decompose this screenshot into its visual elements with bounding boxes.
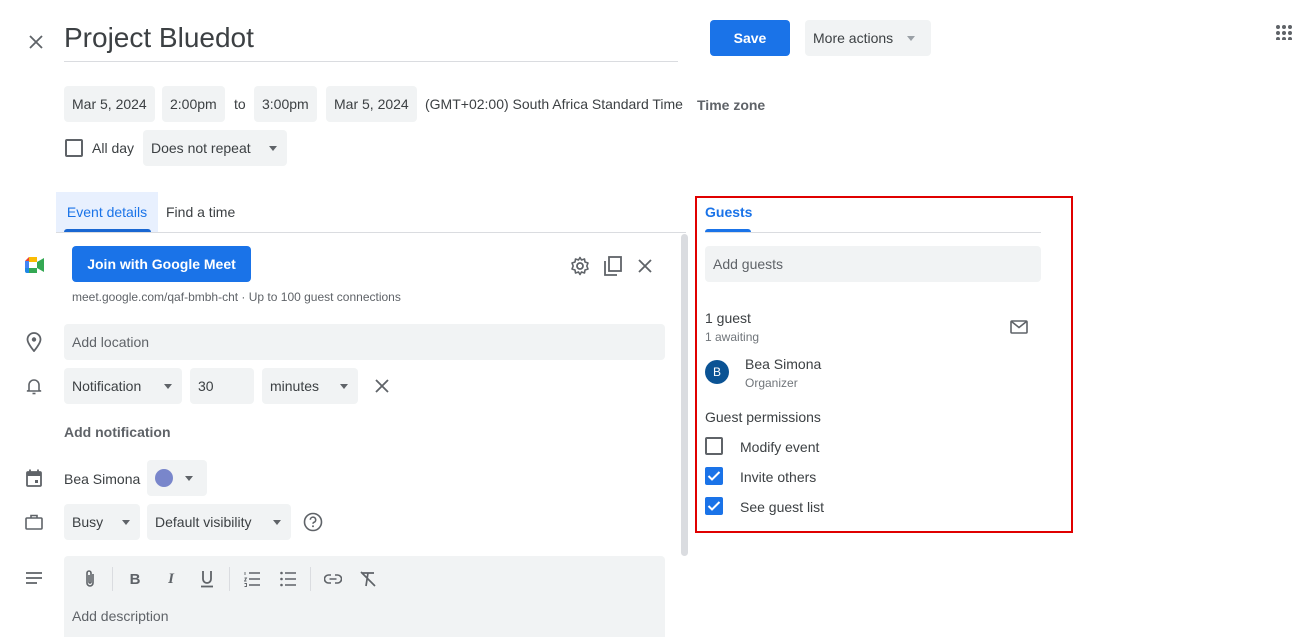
end-date-label: Mar 5, 2024	[334, 96, 409, 112]
guest-permissions-title: Guest permissions	[705, 409, 821, 425]
guest-name[interactable]: Bea Simona	[745, 356, 821, 372]
chevron-down-icon	[122, 519, 130, 525]
notification-unit-label: minutes	[270, 378, 320, 394]
calendar-owner-label: Bea Simona	[64, 471, 141, 487]
location-placeholder: Add location	[72, 334, 150, 350]
add-guests-input[interactable]: Add guests	[705, 246, 1041, 282]
modify-event-label: Modify event	[740, 439, 820, 455]
meet-link[interactable]: meet.google.com/qaf-bmbh-cht · Up to 100…	[72, 290, 401, 304]
bulleted-list-icon[interactable]	[278, 569, 298, 589]
notification-amount-input[interactable]: 30	[190, 368, 254, 404]
apps-grid-icon[interactable]	[1272, 22, 1296, 42]
attachment-icon[interactable]	[80, 568, 100, 590]
guest-awaiting: 1 awaiting	[705, 330, 760, 344]
chevron-down-icon	[907, 35, 916, 41]
modify-event-checkbox[interactable]	[705, 437, 723, 455]
add-guests-placeholder: Add guests	[713, 256, 784, 272]
toolbar-separator	[310, 567, 311, 591]
link-icon[interactable]	[323, 569, 343, 589]
event-title-input[interactable]: Project Bluedot	[64, 22, 254, 54]
location-input[interactable]: Add location	[64, 324, 665, 360]
start-time-button[interactable]: 2:00pm	[162, 86, 225, 122]
guest-avatar-initial: B	[712, 365, 721, 379]
timezone-text: (GMT+02:00) South Africa Standard Time	[425, 96, 683, 112]
email-guests-icon[interactable]	[1008, 317, 1030, 337]
see-guest-list-checkbox[interactable]	[705, 497, 723, 515]
notification-unit-dropdown[interactable]: minutes	[262, 368, 358, 404]
description-icon	[24, 569, 44, 587]
remove-meet-icon[interactable]	[635, 256, 655, 276]
numbered-list-icon[interactable]	[242, 569, 262, 589]
guest-count: 1 guest	[705, 310, 751, 326]
end-time-button[interactable]: 3:00pm	[254, 86, 317, 122]
start-date-label: Mar 5, 2024	[72, 96, 147, 112]
availability-label: Busy	[72, 514, 104, 530]
chevron-down-icon	[269, 145, 277, 151]
save-button[interactable]: Save	[710, 20, 790, 56]
join-google-meet-button[interactable]: Join with Google Meet	[72, 246, 251, 282]
tab-event-details[interactable]: Event details	[56, 192, 158, 232]
google-meet-icon	[24, 256, 46, 274]
notification-amount-value: 30	[198, 378, 214, 394]
tab-guests[interactable]: Guests	[705, 204, 752, 220]
close-icon[interactable]	[22, 28, 50, 56]
notification-type-label: Notification	[72, 378, 142, 394]
tab-event-details-label: Event details	[66, 204, 148, 220]
tab-find-a-time[interactable]: Find a time	[166, 204, 235, 220]
chevron-down-icon	[185, 475, 193, 481]
event-color-swatch	[155, 469, 173, 487]
to-label: to	[234, 96, 246, 112]
availability-dropdown[interactable]: Busy	[64, 504, 140, 540]
repeat-dropdown[interactable]: Does not repeat	[143, 130, 287, 166]
invite-others-label: Invite others	[740, 469, 817, 485]
visibility-dropdown[interactable]: Default visibility	[147, 504, 291, 540]
add-notification-button[interactable]: Add notification	[64, 424, 171, 440]
underline-icon[interactable]	[197, 569, 217, 589]
calendar-icon	[24, 468, 44, 488]
briefcase-icon	[24, 512, 44, 532]
event-color-dropdown[interactable]	[147, 460, 207, 496]
guest-role: Organizer	[745, 376, 798, 390]
remove-notification-icon[interactable]	[372, 376, 392, 396]
clear-formatting-icon[interactable]	[358, 569, 378, 589]
join-google-meet-label: Join with Google Meet	[87, 256, 236, 272]
guest-avatar: B	[705, 360, 729, 384]
visibility-label: Default visibility	[155, 514, 252, 530]
gear-icon[interactable]	[569, 255, 591, 277]
end-time-label: 3:00pm	[262, 96, 309, 112]
bell-icon	[24, 376, 44, 396]
all-day-checkbox[interactable]	[65, 139, 83, 157]
italic-icon[interactable]: I	[161, 569, 181, 589]
guests-tab-divider	[705, 232, 1041, 233]
start-time-label: 2:00pm	[170, 96, 217, 112]
all-day-label: All day	[92, 140, 135, 156]
chevron-down-icon	[340, 383, 348, 389]
repeat-label: Does not repeat	[151, 140, 251, 156]
copy-icon[interactable]	[602, 255, 624, 277]
end-date-button[interactable]: Mar 5, 2024	[326, 86, 417, 122]
location-pin-icon	[24, 331, 44, 353]
notification-type-dropdown[interactable]: Notification	[64, 368, 182, 404]
chevron-down-icon	[164, 383, 172, 389]
start-date-button[interactable]: Mar 5, 2024	[64, 86, 155, 122]
toolbar-separator	[229, 567, 230, 591]
title-underline	[64, 61, 678, 62]
tabs-divider	[56, 232, 686, 233]
timezone-button[interactable]: Time zone	[697, 97, 765, 113]
see-guest-list-label: See guest list	[740, 499, 825, 515]
chevron-down-icon	[273, 519, 281, 525]
details-scrollbar[interactable]	[681, 234, 688, 556]
invite-others-checkbox[interactable]	[705, 467, 723, 485]
bold-icon[interactable]: B	[125, 569, 145, 589]
more-actions-button[interactable]: More actions	[805, 20, 931, 56]
description-placeholder: Add description	[72, 608, 169, 624]
more-actions-label: More actions	[813, 30, 894, 46]
save-button-label: Save	[733, 30, 767, 46]
help-icon[interactable]	[302, 511, 324, 533]
toolbar-separator	[112, 567, 113, 591]
